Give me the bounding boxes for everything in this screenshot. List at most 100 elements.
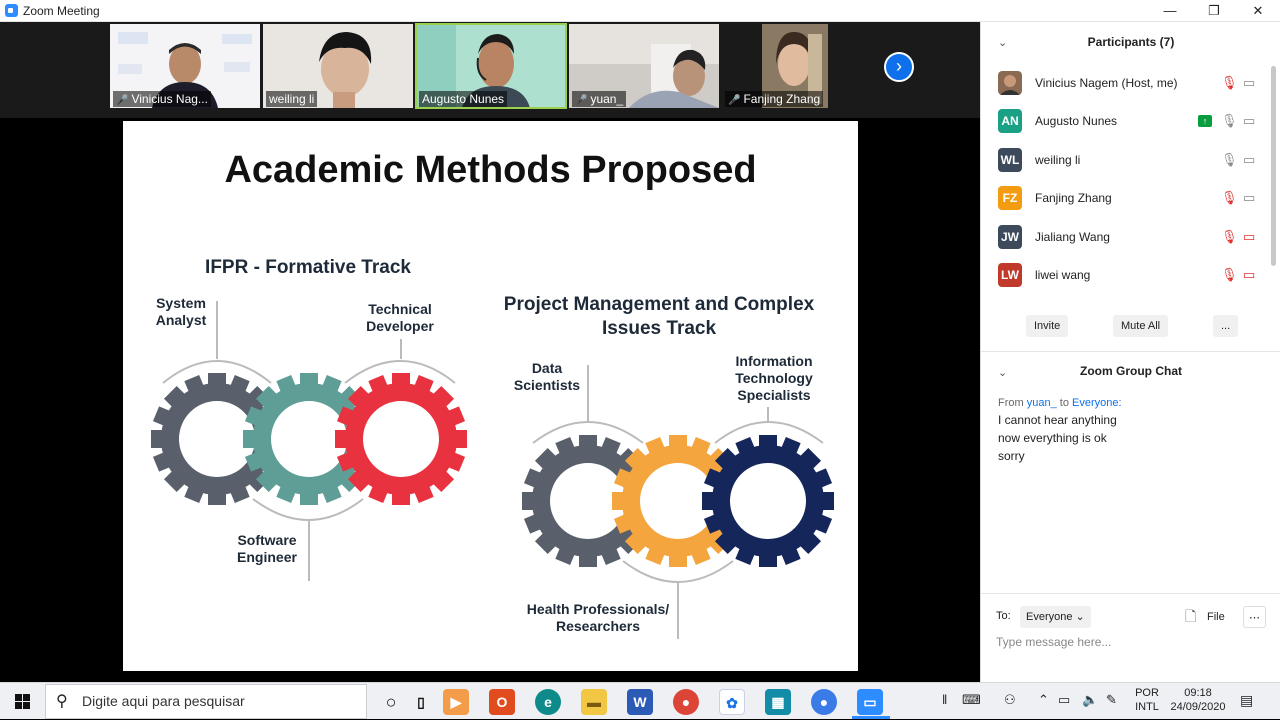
participant-name-label: weiling li [266, 91, 318, 107]
show-hidden-icons-chevron-icon[interactable]: ⌃ [1038, 693, 1049, 707]
zoom-taskbar-icon[interactable]: ▭ [857, 689, 883, 715]
chat-more-icon[interactable]: ⋯ [1243, 606, 1266, 628]
taskbar-search[interactable]: ⚲ [45, 684, 367, 719]
participant-row[interactable]: AN Augusto Nunes ↑ 🎙 ▭ [998, 109, 1268, 133]
chrome-profile-icon[interactable]: ● [811, 689, 837, 715]
participant-name-label: Augusto Nunes [419, 91, 508, 107]
maximize-button[interactable]: ❐ [1192, 0, 1236, 22]
language-indicator[interactable]: POR INTL [1132, 686, 1162, 714]
chat-sender-link[interactable]: yuan_ [1027, 397, 1057, 409]
participant-row[interactable]: JW Jialiang Wang 🎙 ▭ [998, 225, 1268, 249]
clock[interactable]: 09:18 24/09/2020 [1166, 686, 1230, 714]
participant-row[interactable]: Vinicius Nagem (Host, me) 🎙 ▭ [998, 71, 1268, 95]
mic-muted-icon[interactable]: 🎙 [1221, 190, 1238, 206]
next-page-chevron-icon[interactable]: › [884, 52, 914, 82]
volume-icon[interactable]: 🔈 [1082, 693, 1098, 707]
participant-name-label: 🎤 yuan_ [572, 91, 627, 107]
video-thumbnail[interactable]: 🎤 Vinicius Nag... [110, 24, 260, 108]
file-explorer-icon[interactable]: ▬ [581, 689, 607, 715]
app-icon[interactable]: ✿ [719, 689, 745, 715]
chrome-icon[interactable]: ● [673, 689, 699, 715]
participant-row[interactable]: FZ Fanjing Zhang 🎙 ▭ [998, 186, 1268, 210]
divider [981, 593, 1280, 594]
close-button[interactable]: ✕ [1236, 0, 1280, 22]
edge-browser-icon[interactable]: e [535, 689, 561, 715]
mic-muted-icon[interactable]: 🎙 [1221, 267, 1238, 283]
chat-recipient-dropdown[interactable]: Everyone ⌄ [1020, 606, 1091, 628]
mic-muted-icon: 🎤 [728, 95, 741, 106]
participant-name: Augusto Nunes [1035, 114, 1118, 128]
keyboard-icon[interactable]: ⌨ [962, 693, 981, 707]
video-camera-icon[interactable]: ▭ [1243, 75, 1255, 91]
media-player-icon[interactable]: ▶ [443, 689, 469, 715]
chat-message-input[interactable] [996, 631, 1266, 653]
participant-name: liwei wang [1035, 268, 1091, 282]
participant-avatar: AN [998, 109, 1022, 133]
video-thumbnail-active-speaker[interactable]: Augusto Nunes [415, 23, 567, 109]
people-icon[interactable]: ⚇ [1004, 693, 1016, 707]
participant-avatar: JW [998, 225, 1022, 249]
word-icon[interactable]: W [627, 689, 653, 715]
role-it-specialists: Information Technology Specialists [735, 353, 813, 403]
chat-to-label: To: [996, 610, 1011, 622]
screen-share-icon: ↑ [1198, 115, 1212, 127]
more-options-button[interactable]: ... [1213, 315, 1239, 337]
chat-message: now everything is ok [998, 431, 1107, 445]
notifications-icon[interactable]: ▤ [1240, 693, 1253, 707]
microphone-icon[interactable]: 🎙 [1221, 113, 1238, 129]
participant-row[interactable]: WL weiling li 🎙 ▭ [998, 148, 1268, 172]
left-track-heading: IFPR - Formative Track [205, 257, 411, 278]
mic-muted-icon: 🎤 [116, 95, 129, 106]
minimize-button[interactable]: — [1148, 0, 1192, 22]
shared-screen-slide: Academic Methods Proposed IFPR - Formati… [123, 121, 858, 671]
store-icon[interactable]: ▦ [765, 689, 791, 715]
cortana-icon[interactable]: ○ [378, 689, 404, 715]
video-thumbnail[interactable]: 🎤 Fanjing Zhang [722, 24, 872, 108]
participant-name: Vinicius Nagem (Host, me) [1035, 76, 1178, 90]
video-thumbnail[interactable]: 🎤 yuan_ [569, 24, 719, 108]
title-bar: Zoom Meeting — ❐ ✕ [0, 0, 1280, 22]
zoom-app-icon [5, 4, 18, 17]
participant-name: Jialiang Wang [1035, 230, 1110, 244]
windows-start-icon[interactable] [0, 683, 44, 720]
participants-chat-sidebar: ⌄ Participants (7) Vinicius Nagem (Host,… [980, 22, 1280, 682]
mute-all-button[interactable]: Mute All [1113, 315, 1169, 337]
participant-name: weiling li [1035, 153, 1081, 167]
chat-message: sorry [998, 449, 1025, 463]
participant-avatar: WL [998, 148, 1022, 172]
participant-avatar [998, 71, 1022, 95]
meeting-area: 🎤Vinicius Nag... weiling li Augusto Nun [0, 22, 980, 682]
mic-muted-icon[interactable]: 🎙 [1221, 75, 1238, 91]
taskbar-search-input[interactable] [82, 693, 352, 709]
mic-muted-icon: 🎤 [575, 95, 588, 106]
chat-message: I cannot hear anything [998, 413, 1117, 427]
video-camera-icon[interactable]: ▭ [1243, 152, 1255, 168]
office-icon[interactable]: O [489, 689, 515, 715]
video-off-icon[interactable]: ▭ [1243, 229, 1255, 245]
video-thumbnail-strip: 🎤Vinicius Nag... weiling li Augusto Nun [0, 22, 980, 118]
task-view-icon[interactable]: ▯ [408, 689, 434, 715]
microphone-icon[interactable]: 🎙 [1221, 152, 1238, 168]
participant-name-label: 🎤 Fanjing Zhang [725, 91, 824, 107]
video-thumbnail[interactable]: weiling li [263, 24, 413, 108]
participant-row[interactable]: LW liwei wang 🎙 ▭ [998, 263, 1268, 287]
role-technical-developer: Technical Developer [366, 301, 434, 334]
pen-icon[interactable]: ✎ [1106, 693, 1117, 707]
video-off-icon[interactable]: ▭ [1243, 267, 1255, 283]
participants-title: Participants (7) [1087, 35, 1175, 49]
participants-scrollbar[interactable] [1271, 66, 1276, 266]
mic-muted-icon[interactable]: 🎙 [1221, 229, 1238, 245]
participant-name-label: 🎤 Vinicius Nag... [113, 91, 211, 107]
window-title: Zoom Meeting [23, 4, 100, 18]
invite-button[interactable]: Invite [1026, 315, 1069, 337]
file-button[interactable]: File [1207, 608, 1225, 626]
slide-title: Academic Methods Proposed [224, 149, 757, 191]
video-camera-icon[interactable]: ▭ [1243, 113, 1255, 129]
file-icon[interactable]: 🗋 [1185, 607, 1196, 625]
chat-recipient-link[interactable]: Everyone: [1072, 397, 1122, 409]
role-system-analyst: System Analyst [155, 295, 207, 328]
battery-icon[interactable]: ▭ [1058, 693, 1070, 707]
chat-title: Zoom Group Chat [1080, 364, 1182, 378]
search-icon: ⚲ [56, 693, 68, 710]
video-camera-icon[interactable]: ▭ [1243, 190, 1255, 206]
